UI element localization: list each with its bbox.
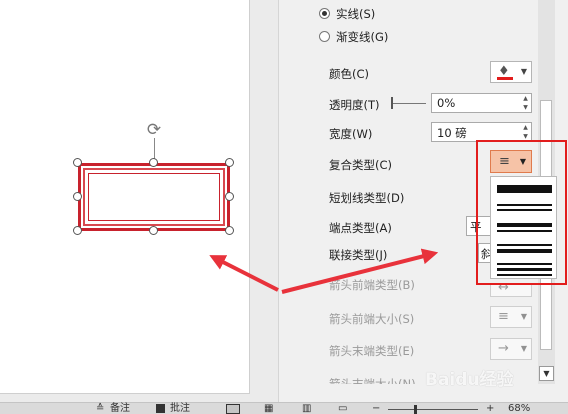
reading-view-icon[interactable]: ▥ bbox=[302, 403, 311, 414]
zoom-in-icon[interactable]: + bbox=[486, 403, 494, 414]
chevron-down-icon: ▼ bbox=[520, 67, 527, 76]
resize-handle-bottom-right[interactable] bbox=[225, 226, 234, 235]
arrow-begin-type-label: 箭头前端类型(B) bbox=[329, 278, 415, 292]
resize-handle-right[interactable] bbox=[225, 192, 234, 201]
gradient-line-label: 渐变线(G) bbox=[336, 30, 389, 44]
width-label: 宽度(W) bbox=[329, 127, 373, 141]
line-color-button[interactable]: ♦ ▼ bbox=[490, 61, 532, 83]
arrow-end-type-label: 箭头末端类型(E) bbox=[329, 344, 415, 358]
spin-down-icon[interactable]: ▼ bbox=[521, 104, 530, 112]
width-input[interactable]: 10 磅 ▲ ▼ bbox=[431, 122, 532, 142]
watermark: Baidu经验 bbox=[425, 370, 514, 390]
cap-type-label: 端点类型(A) bbox=[329, 221, 392, 235]
resize-handle-top-left[interactable] bbox=[73, 158, 82, 167]
transparency-slider-track[interactable] bbox=[392, 103, 426, 104]
rotate-handle-icon[interactable]: ⟳ bbox=[144, 120, 164, 140]
resize-handle-bottom[interactable] bbox=[149, 226, 158, 235]
resize-handle-top-right[interactable] bbox=[225, 158, 234, 167]
spin-up-icon[interactable]: ▲ bbox=[521, 124, 530, 132]
arrow-begin-size-button[interactable]: ≡ ▼ bbox=[490, 306, 532, 328]
compound-type-label: 复合类型(C) bbox=[329, 158, 393, 172]
notes-button[interactable]: 备注 bbox=[110, 403, 130, 414]
resize-handle-bottom-left[interactable] bbox=[73, 226, 82, 235]
transparency-label: 透明度(T) bbox=[329, 98, 380, 112]
lines-icon: ≡ bbox=[498, 309, 509, 324]
chevron-down-icon: ▼ bbox=[520, 344, 527, 353]
chevron-down-icon: ▼ bbox=[520, 312, 527, 321]
join-type-label: 联接类型(J) bbox=[329, 248, 388, 262]
color-label: 颜色(C) bbox=[329, 67, 370, 81]
resize-handle-top[interactable] bbox=[149, 158, 158, 167]
slide-canvas-area: ⟳ bbox=[0, 0, 278, 402]
comments-button[interactable]: 批注 bbox=[170, 403, 190, 414]
dash-type-label: 短划线类型(D) bbox=[329, 191, 405, 205]
status-bar: ≙ 备注 批注 ▦ ▥ ▭ − + 68% bbox=[0, 402, 568, 414]
selected-rectangle-shape[interactable] bbox=[78, 163, 230, 231]
normal-view-icon[interactable] bbox=[226, 404, 240, 414]
zoom-slider-track[interactable] bbox=[388, 409, 478, 410]
transparency-slider-thumb[interactable] bbox=[391, 97, 393, 109]
arrow-end-type-button[interactable]: → ▼ bbox=[490, 338, 532, 360]
notes-icon: ≙ bbox=[96, 403, 105, 414]
transparency-input[interactable]: 0% ▲ ▼ bbox=[431, 93, 532, 113]
spin-up-icon[interactable]: ▲ bbox=[521, 95, 530, 103]
solid-line-radio[interactable] bbox=[319, 8, 330, 19]
scroll-down-icon[interactable]: ▼ bbox=[539, 366, 554, 381]
gradient-line-radio[interactable] bbox=[319, 31, 330, 42]
zoom-out-icon[interactable]: − bbox=[372, 403, 380, 414]
arrow-end-size-label: 箭头末端大小(N) bbox=[329, 377, 416, 384]
arrow-begin-type-button[interactable]: ↔ bbox=[490, 281, 532, 297]
arrow-begin-size-label: 箭头前端大小(S) bbox=[329, 312, 415, 326]
color-swatch bbox=[497, 77, 513, 80]
slideshow-icon[interactable]: ▭ bbox=[338, 403, 347, 414]
highlight-box bbox=[476, 140, 567, 285]
zoom-level[interactable]: 68% bbox=[508, 403, 530, 414]
solid-line-label: 实线(S) bbox=[336, 7, 376, 21]
slide-sorter-icon[interactable]: ▦ bbox=[264, 403, 273, 414]
zoom-slider-thumb[interactable] bbox=[414, 405, 417, 414]
comments-icon bbox=[156, 404, 165, 413]
width-value: 10 磅 bbox=[437, 126, 467, 140]
transparency-value: 0% bbox=[437, 96, 456, 110]
arrow-right-icon: → bbox=[498, 341, 509, 356]
resize-handle-left[interactable] bbox=[73, 192, 82, 201]
